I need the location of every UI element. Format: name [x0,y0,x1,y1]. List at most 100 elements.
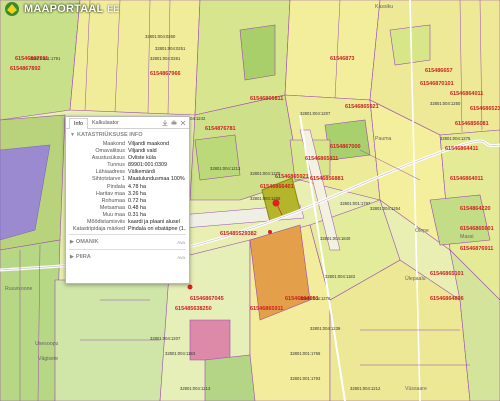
info-key: Tunnus [107,162,125,169]
map-red-label: 61546866811 [250,96,283,102]
parcel-id-label: 32801:004:0281 [150,56,181,61]
omanik-open-link[interactable]: Ava [177,240,185,245]
info-value: Maatulundusmaa 100% [128,176,185,183]
map-marker [187,284,193,290]
map-red-label: 61546864011 [450,176,483,182]
parcel-id-label: 32801:001:1766 [290,351,321,356]
divider [69,249,186,251]
info-key: Muu maa [102,211,125,218]
section-piira[interactable]: ▶ PIIRA Ava [66,251,189,263]
parcel [189,319,231,361]
map-red-label: 61546865101 [430,271,464,277]
place-label: Vägisete [38,356,58,362]
parcel-id-label: 32801:004:1207 [150,336,181,341]
tab-kalkulaator[interactable]: Kalkulaator [88,118,123,128]
section-katastriuksuse-info[interactable]: ▼ KATASTRIÜKSUSE INFO [66,129,189,141]
parcel [324,119,371,161]
info-panel: Info Kalkulaator ▼ KATASTRIÜKSUSE INFO M… [65,116,190,284]
map-red-label: 61546865231 [470,106,500,112]
map-red-label: 61546856881 [310,176,344,182]
map-red-label: 615485529382 [220,231,257,237]
map-red-label: 61546876911 [460,246,493,252]
parcel-id-label: 32801:004:1213 [210,166,241,171]
info-value: 0.72 ha [128,197,146,204]
map-red-label: 61546864896 [430,296,464,302]
app-logo-ext: EE [107,3,120,14]
info-value: 89901:001:0309 [128,162,167,169]
parcel [239,24,276,81]
parcel [284,0,381,101]
info-key: Sihtotstarve 1 [92,176,125,183]
info-key: Metsamaa [99,204,125,211]
map-red-label: 6154867966 [150,71,181,77]
info-key: Mõõdistamisviis [86,219,125,226]
parcel [204,354,256,401]
place-label: Kassiku [375,4,393,10]
info-row: Katastripidaja märked Pindala on ebatäpne… [69,226,186,233]
map-red-label: 61546864011 [450,91,483,97]
info-row: Metsamaa 0.48 ha [69,205,186,212]
section-omanik[interactable]: ▶ OMANIK Ava [66,236,189,248]
parcel-id-label: 32801:004:1183 [165,351,196,356]
map-red-label: 61546870101 [420,81,454,87]
info-value: kaardi ja plaani alusel [128,219,180,226]
parcel-id-label: 32801:004:1254 [370,206,401,211]
omanik-title: OMANIK [75,239,99,246]
parcel-id-label: 32801:004:1207 [300,111,331,116]
app-logo-text[interactable]: MAAPORTAAL [24,3,103,15]
parcel-id-label: 32801:001:1797 [340,201,371,206]
info-value: Viljandi vald [128,148,157,155]
parcel-id-label: 32801:004:1239 [310,326,341,331]
panel-tools [162,120,189,128]
info-key: Pindala [107,183,125,190]
map-red-label: 61546866401 [260,184,294,190]
info-row: Mõõdistamisviis kaardi ja plaani alusel [69,219,186,226]
info-row: Lähiaadress Välkemärdi [69,169,186,176]
info-row: Haritav maa 3.26 ha [69,191,186,198]
tab-info[interactable]: Info [69,118,88,129]
map-red-label: 615485638250 [175,306,212,312]
place-label: Usesoopu [35,341,58,347]
info-row: Muu maa 0.31 ha [69,212,186,219]
app-header: MAAPORTAAL EE [0,0,119,17]
parcel [69,0,201,116]
info-value: Viljandi maakond [128,141,169,147]
map-red-label: 61546873 [330,56,354,62]
info-value: 0.31 ha [128,211,146,218]
info-value: 3.26 ha [128,190,146,197]
parcel-id-label: 32801:004:0260 [145,34,176,39]
map-red-label: 6154864220 [460,206,491,212]
parcel-id-label: 32801:004:1183 [325,274,356,279]
map-red-label: 61546865811 [305,156,338,162]
parcel-id-label: 32801:004:1276 [300,296,331,301]
info-key: Asustusüksus [91,155,125,162]
map-red-label: 6154867000 [330,144,361,150]
map-red-label: 6154867892 [10,66,41,72]
info-key: Katastripidaja märked [72,226,125,233]
download-icon[interactable] [162,120,168,126]
info-key: Haritav maa [95,190,125,197]
parcel-id-label: 32801:004:1213 [180,386,211,391]
info-row: Tunnus 89901:001:0309 [69,162,186,169]
section-title: KATASTRIÜKSUSE INFO [76,132,143,138]
info-row: Pindala 4.78 ha [69,184,186,191]
map-red-label: 61546864411 [445,146,478,152]
info-row: Omavalitsus Viljandi vald [69,148,186,155]
info-value: 0.48 ha [128,204,146,211]
place-label: Ülepaalu [405,275,426,282]
piira-open-link[interactable]: Ava [177,255,185,260]
info-value: Pindala on ebatäpne (1... [128,226,186,233]
map-red-label: 61546865911 [250,306,283,312]
map-red-label: 615486657 [425,68,453,74]
parcel [0,239,61,401]
parcel-id-label: 32801:004:1275 [440,136,471,141]
parcel-id-label: 32801:004:1250 [430,101,461,106]
piira-title: PIIRA [75,254,91,261]
info-row: Sihtotstarve 1 Maatulundusmaa 100% [69,176,186,183]
print-icon[interactable] [171,120,177,126]
info-value: 4.78 ha [128,183,146,190]
place-label: Ruuvisoone [5,286,33,292]
close-icon[interactable] [180,120,186,126]
info-row: Asustusüksus Ovliste küla [69,155,186,162]
parcel-id-label: 32801:001:1793 [290,376,321,381]
